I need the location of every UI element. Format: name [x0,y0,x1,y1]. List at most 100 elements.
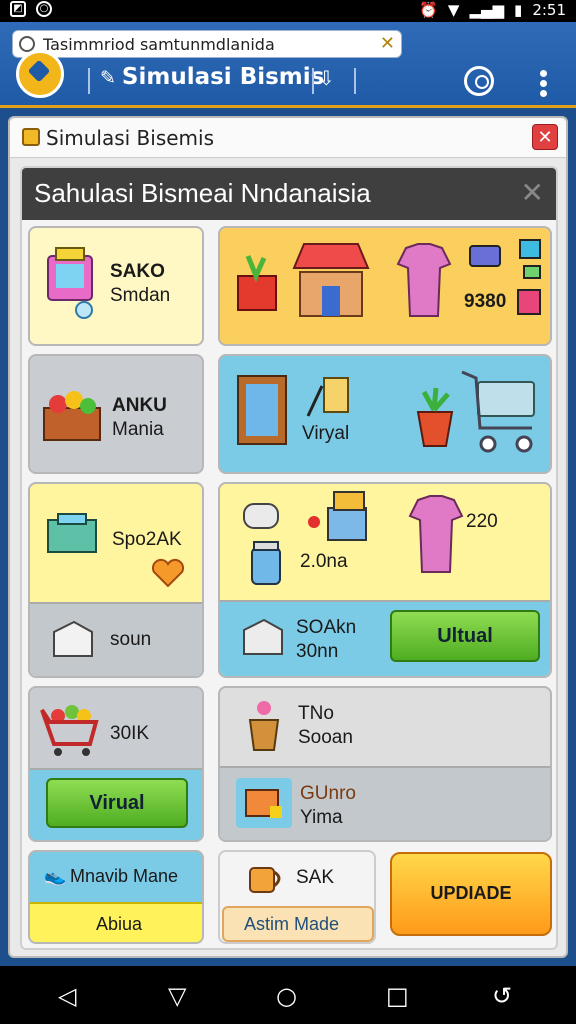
tile-label: SOAkn [296,617,357,638]
tile-subsection: GUnro Yima [220,766,550,840]
tile-viryal[interactable]: Viryal [218,354,552,474]
package-icon [243,618,283,655]
url-text: Tasimmriod samtunmdlanida [43,35,275,54]
tile-label: SAK [296,867,335,888]
share-icon[interactable]: ⇩ [318,66,335,90]
clothes-price: 220 [466,511,498,532]
divider [88,68,90,94]
tile-subsection: soun [30,602,202,676]
signal-icon: ▂▄▆ [469,1,505,19]
tile-saku[interactable]: SAKO Smdan [28,226,204,346]
app-title: ✎ Simulasi Bismis [100,64,324,90]
virtual-button[interactable]: Ultual [390,610,540,662]
tile-label: SAKO [110,261,165,282]
tile-cart[interactable]: 30IK Virual [28,686,204,842]
tile-label: Viryal [302,423,350,444]
jar-icon [251,541,281,585]
update-button[interactable]: UPDIADE [390,852,552,936]
tile-subsection: Virual [30,768,202,840]
roll-icon [243,503,279,529]
toolbox-icon [47,513,97,553]
divider [312,68,314,94]
status-bar: ◩ ○ ⏰ ▼ ▂▄▆ ▮ 2:51 [0,0,576,22]
tile-label: GUnro [300,783,356,804]
app-header: Tasimmriod samtunmdlanida ✕ ✎ Simulasi Bi… [0,22,576,108]
rotate-icon[interactable]: ↺ [492,982,512,1010]
tile-label: Mnavib Mane [70,866,179,886]
tile-sublabel: Yima [300,807,343,828]
panel-header: Sahulasi Bismeai Nndanaisia ✕ [22,168,556,220]
tile-sublabel: 30nn [296,641,339,662]
tile-subsection: SOAkn 30nn Ultual [220,600,550,676]
tile-goods[interactable]: 2.0na 220 SOAkn 30nn Ultual [218,482,552,678]
flag-icon [306,377,349,417]
close-button[interactable]: ✕ [532,124,558,150]
battery-icon: ▮ [514,1,523,19]
gadgets-icon [469,239,541,315]
tile-label: ANKU [112,395,167,416]
alarm-icon: ⏰ [419,1,438,19]
tile-label: TNo [298,703,334,724]
dialog-header: Simulasi Bisemis ✕ [10,118,566,158]
shirt-icon [396,243,452,317]
tile-sublabel: Mania [112,419,164,440]
panel-title: Sahulasi Bismeai Nndanaisia [34,178,371,208]
app-title-text: Simulasi Bismis [121,64,325,90]
home-alt-icon[interactable]: ▽ [168,982,186,1010]
screenshot-icon: ◩ [10,1,26,17]
fruit-cart-icon [40,705,99,756]
pencil-icon: ✎ [100,67,116,89]
market-stall-icon [292,243,370,317]
wifi-icon: ▼ [447,1,460,19]
bag-icon [22,128,40,146]
virtual-button[interactable]: Virual [46,778,188,828]
tile-mnavib[interactable]: 👟 Mnavib Mane Abiua [28,850,204,944]
tile-stall[interactable]: 9380 [218,226,552,346]
globe-icon [19,36,35,52]
home-icon[interactable]: ○ [276,982,297,1010]
heart-icon [151,558,185,588]
recents-icon[interactable]: □ [386,982,409,1010]
tools-icon[interactable]: ✕ [380,33,395,54]
gift-icon [237,255,277,311]
shop-box-icon [47,247,93,319]
dialog-title: Simulasi Bisemis [46,126,215,150]
shoe-icon: 👟 [44,866,67,887]
tile-label: Abiua [96,914,143,934]
basket-icon [43,391,101,441]
tile-tno[interactable]: TNo Sooan GUnro Yima [218,686,552,842]
search-icon[interactable] [464,66,494,96]
tile-label: soun [110,629,152,650]
tile-anku[interactable]: ANKU Mania [28,354,204,474]
astim-button[interactable]: Astim Made [222,906,374,942]
picture-frame-icon [237,375,287,445]
cast-icon: ○ [36,1,52,17]
tile-spo2ak[interactable]: Spo2AK soun [28,482,204,678]
status-time: 2:51 [532,1,566,19]
back-icon[interactable]: ◁ [58,982,76,1010]
more-menu-icon[interactable] [540,70,548,98]
potted-plant-icon [416,387,454,447]
tile-subsection: Abiua [30,902,202,942]
flower-bag-icon [248,701,280,751]
jar-price: 2.0na [300,551,348,572]
pink-shirt-icon [408,495,464,573]
simulation-dialog: Simulasi Bisemis ✕ Sahulasi Bismeai Nnda… [8,116,568,958]
tile-sublabel: Smdan [110,285,171,306]
tile-label: Spo2AK [112,529,182,550]
cup-icon [249,867,281,893]
small-shop-icon [308,491,367,541]
panel-close-icon[interactable]: ✕ [521,176,544,209]
tile-label: Astim Made [244,914,340,934]
simulation-panel: Sahulasi Bismeai Nndanaisia ✕ SAKO Smdan [20,166,558,950]
crate-icon [236,778,292,828]
navigation-bar: ◁ ▽ ○ □ ↺ [0,966,576,1024]
cart-price: 30IK [110,723,150,744]
tile-sak[interactable]: SAK Astim Made [218,850,376,944]
url-bar[interactable]: Tasimmriod samtunmdlanida ✕ [12,30,402,58]
app-logo[interactable] [16,50,64,98]
shopping-cart-icon [461,370,535,453]
tile-sublabel: Sooan [298,727,353,748]
box-icon [53,620,93,657]
divider [354,68,356,94]
